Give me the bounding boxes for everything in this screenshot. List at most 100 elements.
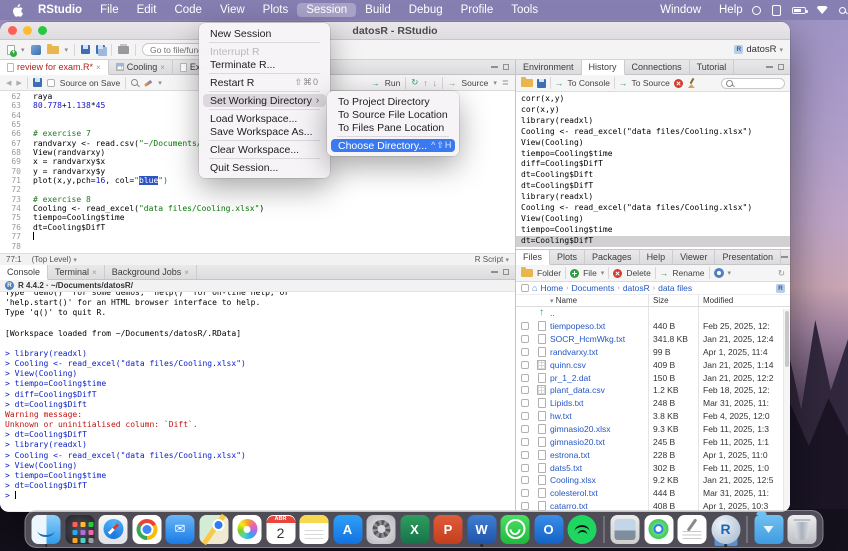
- wifi-icon[interactable]: [817, 6, 828, 14]
- parent-folder-icon[interactable]: ↑: [539, 308, 544, 318]
- file-checkbox[interactable]: [521, 322, 529, 330]
- history-entry[interactable]: Cooling <- read_excel("data files/Coolin…: [516, 127, 790, 138]
- file-checkbox[interactable]: [521, 438, 529, 446]
- tab-packages[interactable]: Packages: [585, 250, 640, 264]
- menu-item-set-working-directory[interactable]: Set Working Directory›: [203, 94, 326, 107]
- file-checkbox[interactable]: [521, 374, 529, 382]
- tab-viewer[interactable]: Viewer: [673, 250, 715, 264]
- minimize-pane-icon[interactable]: [491, 271, 498, 273]
- file-name-link[interactable]: estrona.txt: [550, 450, 648, 460]
- dock-findmy-icon[interactable]: [644, 515, 673, 544]
- history-entry[interactable]: View(Cooling): [516, 138, 790, 149]
- tab-cooling[interactable]: Cooling×: [109, 60, 173, 74]
- dock-downloads-icon[interactable]: [754, 515, 783, 544]
- new-file-caret-icon[interactable]: ▾: [21, 46, 25, 54]
- dock-trash-icon[interactable]: [788, 515, 817, 544]
- project-selector[interactable]: R datosR ▾: [734, 44, 783, 55]
- close-tab-icon[interactable]: ×: [160, 63, 165, 72]
- menu-item-quit-session[interactable]: Quit Session...: [203, 161, 326, 174]
- run-icon[interactable]: →: [371, 78, 380, 88]
- file-checkbox[interactable]: [521, 464, 529, 472]
- dock-photos-icon[interactable]: [233, 515, 262, 544]
- tab-connections[interactable]: Connections: [625, 60, 690, 74]
- run-previous-icon[interactable]: ↑: [423, 78, 427, 88]
- breadcrumb-datosr[interactable]: datosR: [623, 283, 650, 293]
- to-console-button[interactable]: To Console: [568, 78, 611, 88]
- tab-environment[interactable]: Environment: [516, 60, 582, 74]
- menubar-item-code[interactable]: Code: [165, 3, 211, 17]
- new-folder-icon[interactable]: [521, 269, 533, 277]
- close-window-button[interactable]: [8, 26, 17, 35]
- dock-rstudio-icon[interactable]: R: [711, 515, 740, 544]
- dock-safari-icon[interactable]: [99, 515, 128, 544]
- new-file-menu-caret-icon[interactable]: ▾: [601, 269, 605, 277]
- tab-help[interactable]: Help: [640, 250, 674, 264]
- menu-item-to-source-file-location[interactable]: To Source File Location: [331, 108, 455, 121]
- size-column-header[interactable]: Size: [648, 295, 698, 306]
- tab-files[interactable]: Files: [516, 250, 550, 265]
- file-row[interactable]: colesterol.txt444 BMar 31, 2025, 11:: [516, 487, 790, 500]
- file-name-link[interactable]: Lipids.txt: [550, 398, 648, 408]
- history-search-input[interactable]: [721, 78, 785, 89]
- breadcrumb-data-files[interactable]: data files: [658, 283, 692, 293]
- file-row[interactable]: gimnasio20.txt245 BFeb 11, 2025, 1:1: [516, 435, 790, 448]
- menubar-item-plots[interactable]: Plots: [254, 3, 298, 17]
- history-entry[interactable]: Cooling <- read_excel("data files/Coolin…: [516, 203, 790, 214]
- source-arrow-icon[interactable]: →: [448, 78, 457, 88]
- zoom-window-button[interactable]: [38, 26, 47, 35]
- tab-background-jobs[interactable]: Background Jobs×: [105, 265, 197, 279]
- file-checkbox[interactable]: [521, 476, 529, 484]
- dock-calendar-icon[interactable]: ABR2: [266, 515, 295, 544]
- history-entry[interactable]: cor(x,y): [516, 105, 790, 116]
- document-outline-icon[interactable]: ≣: [502, 77, 509, 88]
- menu-item-load-workspace[interactable]: Load Workspace...: [203, 112, 326, 125]
- new-blank-file-icon[interactable]: [570, 269, 579, 278]
- maximize-pane-icon[interactable]: [778, 64, 784, 70]
- battery-icon[interactable]: [792, 7, 806, 14]
- user-status-icon[interactable]: [772, 5, 781, 16]
- minimize-pane-icon[interactable]: [781, 256, 788, 258]
- run-next-icon[interactable]: ↓: [433, 78, 437, 88]
- file-row[interactable]: dats5.txt302 BFeb 11, 2025, 1:0: [516, 461, 790, 474]
- load-history-icon[interactable]: [521, 79, 533, 87]
- file-row[interactable]: Lipids.txt248 BMar 31, 2025, 11:: [516, 397, 790, 410]
- file-row[interactable]: randvarxy.txt99 BApr 1, 2025, 11:4: [516, 346, 790, 359]
- menu-item-clear-workspace[interactable]: Clear Workspace...: [203, 143, 326, 156]
- remove-history-icon[interactable]: [674, 79, 683, 88]
- file-row[interactable]: Cooling.xlsx9.2 KBJan 21, 2025, 12:5: [516, 474, 790, 487]
- files-scrollbar[interactable]: [783, 309, 790, 511]
- breadcrumb-documents[interactable]: Documents: [571, 283, 614, 293]
- minimize-pane-icon[interactable]: [766, 66, 773, 68]
- run-button[interactable]: Run: [385, 78, 401, 88]
- file-row[interactable]: pr_1_2.dat150 BJan 21, 2025, 12:2: [516, 371, 790, 384]
- history-list[interactable]: corr(x,y)cor(x,y)library(readxl)Cooling …: [516, 92, 790, 249]
- file-row[interactable]: estrona.txt228 BApr 1, 2025, 11:0: [516, 448, 790, 461]
- file-checkbox[interactable]: [521, 348, 529, 356]
- clear-history-icon[interactable]: [687, 78, 696, 88]
- menubar-item-tools[interactable]: Tools: [502, 3, 547, 17]
- file-name-link[interactable]: hw.txt: [550, 411, 648, 421]
- name-column-header[interactable]: ▾ Name: [550, 296, 648, 305]
- dock-textedit-icon[interactable]: [678, 515, 707, 544]
- dock-powerpoint-icon[interactable]: P: [434, 515, 463, 544]
- file-name-link[interactable]: pr_1_2.dat: [550, 373, 648, 383]
- dock-maps-icon[interactable]: [199, 515, 228, 544]
- menu-item-to-files-pane-location[interactable]: To Files Pane Location: [331, 121, 455, 134]
- file-name-link[interactable]: randvarxy.txt: [550, 347, 648, 357]
- file-name-link[interactable]: gimnasio20.txt: [550, 437, 648, 447]
- dock-notes-icon[interactable]: [300, 515, 329, 544]
- breadcrumb-home[interactable]: Home: [540, 283, 563, 293]
- code-tools-caret-icon[interactable]: ▾: [158, 79, 162, 87]
- save-all-icon[interactable]: [96, 45, 105, 54]
- menubar-item-window[interactable]: Window: [651, 3, 710, 17]
- file-name-link[interactable]: tiempopeso.txt: [550, 321, 648, 331]
- dock-excel-icon[interactable]: X: [400, 515, 429, 544]
- select-all-checkbox[interactable]: [521, 284, 529, 292]
- new-folder-button[interactable]: Folder: [537, 268, 561, 278]
- home-icon[interactable]: ⌂: [532, 284, 537, 293]
- save-icon[interactable]: [81, 45, 90, 54]
- r-project-badge-icon[interactable]: R: [776, 284, 785, 293]
- menu-item-choose-directory[interactable]: Choose Directory...^⇧H: [331, 139, 455, 152]
- file-checkbox[interactable]: [521, 502, 529, 510]
- menubar-item-help[interactable]: Help: [710, 3, 752, 17]
